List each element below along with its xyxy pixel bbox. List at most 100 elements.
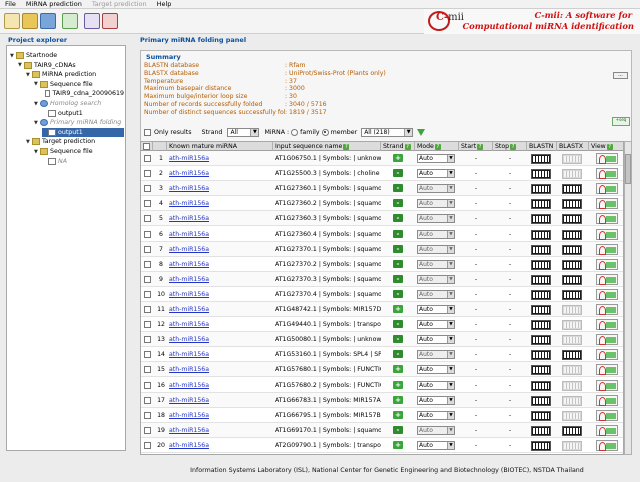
mirna-link[interactable]: ath-miR156a xyxy=(169,438,273,453)
tree-item[interactable]: NA xyxy=(42,157,124,166)
table-scrollbar[interactable] xyxy=(624,141,632,455)
mirna-link[interactable]: ath-miR156a xyxy=(169,181,273,196)
view-structure-icon[interactable] xyxy=(596,409,618,421)
row-checkbox[interactable] xyxy=(144,306,151,313)
new-project-icon[interactable] xyxy=(4,13,20,29)
blastx-result-icon[interactable] xyxy=(562,305,582,315)
blastn-result-icon[interactable] xyxy=(531,305,551,315)
header-stop[interactable]: Stop? xyxy=(493,142,527,151)
view-structure-icon[interactable] xyxy=(596,243,618,255)
blastn-result-icon[interactable] xyxy=(531,350,551,361)
tree-item[interactable]: ▼ Target prediction xyxy=(26,137,124,146)
mirna-link[interactable]: ath-miR156a xyxy=(169,393,273,408)
table-row[interactable]: 9 ath-miR156a AT1G27370.3 | Symbols: | squ… xyxy=(141,271,623,287)
help-icon[interactable]: ? xyxy=(343,144,350,150)
plus-strand-icon[interactable]: + xyxy=(393,365,403,374)
menu-item[interactable]: Help xyxy=(152,0,177,8)
minus-strand-icon[interactable]: - xyxy=(393,214,403,223)
minus-strand-icon[interactable]: - xyxy=(393,169,403,178)
minus-strand-icon[interactable]: - xyxy=(393,259,403,268)
blastn-result-icon[interactable] xyxy=(531,320,551,331)
row-checkbox[interactable] xyxy=(144,381,151,389)
header-mir[interactable]: Known mature miRNA xyxy=(167,142,273,151)
menu-item[interactable]: MiRNA prediction xyxy=(21,0,87,8)
table-row[interactable]: 1 ath-miR156a AT1G06750.1 | Symbols: | unk… xyxy=(141,151,623,166)
blastn-result-icon[interactable] xyxy=(531,244,551,255)
blastx-result-icon[interactable] xyxy=(562,410,582,421)
tree-item[interactable]: output1 xyxy=(42,127,124,137)
mirna-link[interactable]: ath-miR156a xyxy=(169,302,273,317)
mirna-link[interactable]: ath-miR156a xyxy=(169,211,273,226)
row-checkbox[interactable] xyxy=(144,351,151,359)
blastn-result-icon[interactable] xyxy=(531,395,551,406)
row-checkbox[interactable] xyxy=(144,260,151,268)
table-row[interactable]: 18 ath-miR156a AT1G66795.1 | Symbols: MIR1… xyxy=(141,408,623,423)
blastx-result-icon[interactable] xyxy=(562,214,582,225)
table-row[interactable]: 15 ath-miR156a AT1G57680.1 | Symbols: | FU… xyxy=(141,362,623,378)
row-checkbox[interactable] xyxy=(144,321,151,329)
minus-strand-icon[interactable]: - xyxy=(393,335,403,344)
run-icon[interactable] xyxy=(102,13,118,29)
tree-item[interactable]: output1 xyxy=(42,109,124,118)
blastx-result-icon[interactable] xyxy=(562,184,582,195)
view-structure-icon[interactable] xyxy=(596,183,618,195)
mirna-link[interactable]: ath-miR156a xyxy=(169,287,273,302)
minus-strand-icon[interactable]: - xyxy=(393,199,403,208)
view-structure-icon[interactable] xyxy=(596,213,618,225)
help-icon[interactable]: ? xyxy=(404,144,411,150)
minus-strand-icon[interactable]: - xyxy=(393,289,403,298)
table-row[interactable]: 11 ath-miR156a AT1G48742.1 | Symbols: MIR1… xyxy=(141,302,623,317)
table-row[interactable]: 2 ath-miR156a AT1G25500.3 | Symbols: | cho… xyxy=(141,166,623,182)
tree-item[interactable]: ▼ Sequence file xyxy=(34,147,124,156)
blastn-result-icon[interactable] xyxy=(531,335,551,346)
mode-select[interactable]: Auto ▼ xyxy=(417,380,455,390)
mirna-link[interactable]: ath-miR156a xyxy=(169,196,273,211)
blastx-result-icon[interactable] xyxy=(562,350,582,361)
row-checkbox[interactable] xyxy=(144,185,151,193)
blastn-result-icon[interactable] xyxy=(531,425,551,436)
blastx-result-icon[interactable] xyxy=(562,335,582,346)
summary-more-button[interactable]: ... xyxy=(613,72,628,79)
blastn-result-icon[interactable] xyxy=(531,440,551,451)
mirna-link[interactable]: ath-miR156a xyxy=(169,423,273,438)
strand-select[interactable]: All ▼ xyxy=(227,127,260,137)
blastn-result-icon[interactable] xyxy=(531,274,551,285)
view-structure-icon[interactable] xyxy=(596,153,618,164)
view-structure-icon[interactable] xyxy=(596,304,618,315)
plus-strand-icon[interactable]: + xyxy=(393,410,403,419)
blastx-result-icon[interactable] xyxy=(562,259,582,270)
table-row[interactable]: 17 ath-miR156a AT1G66783.1 | Symbols: MIR1… xyxy=(141,392,623,408)
blastx-result-icon[interactable] xyxy=(562,320,582,331)
plus-strand-icon[interactable]: + xyxy=(393,154,403,162)
view-structure-icon[interactable] xyxy=(596,258,618,270)
mirna-link[interactable]: ath-miR156a xyxy=(169,347,273,362)
family-radio[interactable] xyxy=(291,128,299,136)
mode-select[interactable]: Auto ▼ xyxy=(417,154,455,163)
row-checkbox[interactable] xyxy=(144,155,151,162)
minus-strand-icon[interactable]: - xyxy=(393,274,403,283)
only-results-checkbox[interactable] xyxy=(144,128,151,136)
table-row[interactable]: 3 ath-miR156a AT1G27360.1 | Symbols: | squ… xyxy=(141,181,623,197)
view-structure-icon[interactable] xyxy=(596,379,618,391)
row-checkbox[interactable] xyxy=(144,215,151,223)
plus-strand-icon[interactable]: + xyxy=(393,380,403,389)
header-strand[interactable]: Strand? xyxy=(381,142,415,151)
mirna-link[interactable]: ath-miR156a xyxy=(169,166,273,181)
mode-select[interactable]: Auto ▼ xyxy=(417,169,455,179)
view-structure-icon[interactable] xyxy=(596,168,618,180)
blastn-result-icon[interactable] xyxy=(531,289,551,300)
open-folder-icon[interactable] xyxy=(22,13,38,29)
view-structure-icon[interactable] xyxy=(596,334,618,346)
row-checkbox[interactable] xyxy=(144,200,151,208)
blastn-result-icon[interactable] xyxy=(531,259,551,270)
mirna-prediction-icon[interactable] xyxy=(62,13,78,29)
menu-item[interactable]: File xyxy=(0,0,21,8)
member-select[interactable]: All (218) ▼ xyxy=(361,127,414,137)
view-structure-icon[interactable] xyxy=(596,364,618,376)
table-row[interactable]: 12 ath-miR156a AT1G49440.1 | Symbols: | tr… xyxy=(141,317,623,333)
row-checkbox[interactable] xyxy=(144,245,151,253)
tree-item[interactable]: ▼ Sequence file xyxy=(34,80,124,89)
help-icon[interactable]: ? xyxy=(434,144,441,150)
minus-strand-icon[interactable]: - xyxy=(393,425,403,434)
header-blastx[interactable]: BLASTX xyxy=(557,142,589,151)
